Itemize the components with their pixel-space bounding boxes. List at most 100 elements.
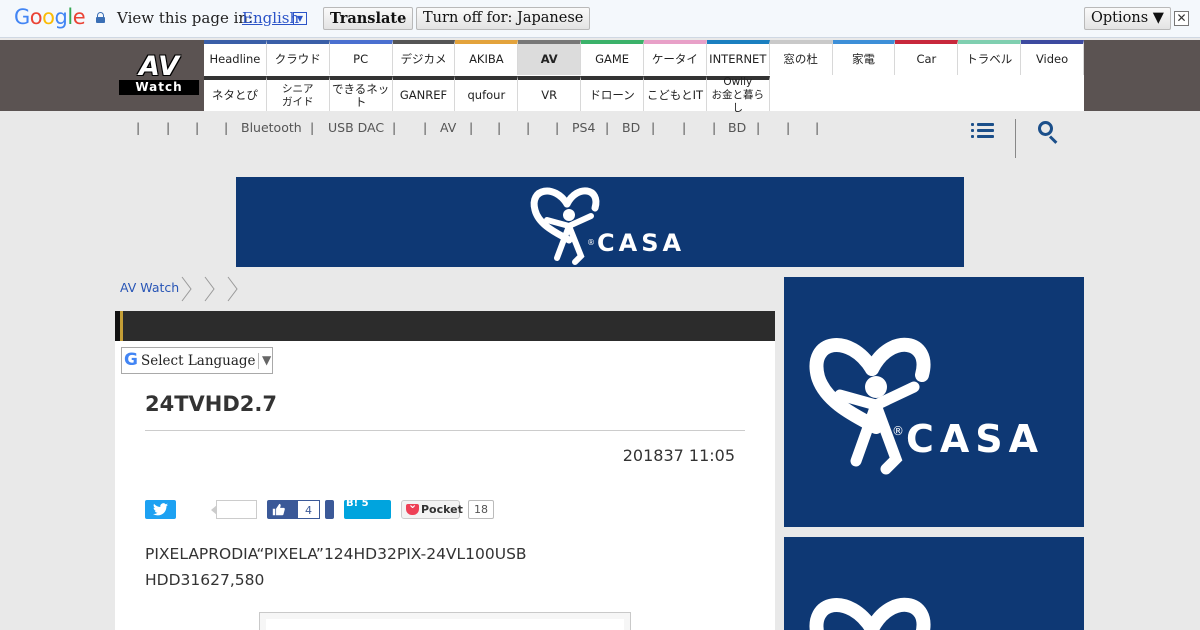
google-logo: Google	[14, 5, 86, 29]
nav-item-row2[interactable]: qufour	[455, 76, 519, 111]
language-dropdown-icon[interactable]: ▼	[293, 12, 307, 25]
nav-item-row2[interactable]: ドローン	[581, 76, 644, 111]
breadcrumb-chevron-icon	[181, 276, 192, 302]
language-select[interactable]: G Select Language ▼	[121, 347, 273, 374]
language-select-label: Select Language	[141, 353, 256, 369]
nav-item-label: Owlly お金と暮らし	[711, 76, 765, 114]
keyword-link[interactable]: PS4	[572, 120, 595, 135]
article-image[interactable]	[259, 612, 631, 630]
nav-item-row1[interactable]: Headline	[204, 40, 267, 75]
casa-logo-icon	[809, 597, 931, 630]
pocket-icon	[406, 498, 419, 515]
nav-item-label: qufour	[467, 88, 506, 102]
sidebar-ad[interactable]: ® CASA	[784, 277, 1084, 527]
nav-item-label: ネタとぴ	[211, 88, 258, 102]
site-logo[interactable]: AV Watch	[119, 53, 199, 95]
article-lead: PIXELAPRODIA“PIXELA”124HD32PIX-24VL100US…	[145, 541, 527, 593]
keyword-separator: |	[526, 120, 531, 135]
breadcrumb-chevron-icon	[204, 276, 215, 302]
nav-item-row2[interactable]: GANREF	[392, 76, 456, 111]
breadcrumb-home[interactable]: AV Watch	[120, 280, 179, 295]
title-divider	[145, 430, 745, 431]
translate-language-link[interactable]: English	[242, 9, 299, 27]
menu-icon[interactable]	[971, 122, 994, 140]
keyword-link[interactable]: Bluetooth	[241, 120, 302, 135]
nav-item-row1[interactable]: トラベル	[958, 40, 1022, 75]
keyword-separator: |	[136, 120, 141, 135]
nav-item-row1[interactable]: 家電	[832, 40, 896, 75]
thumbs-up-icon	[272, 503, 285, 516]
keyword-row: | | | | | | | | | | | | | | | | | | Bluetooth USB DAC AV PS4 B…	[0, 111, 1200, 141]
twitter-icon	[153, 503, 168, 516]
nav-item-row1[interactable]: GAME	[581, 40, 644, 75]
banner-brand: CASA	[597, 229, 685, 257]
nav-item-label: ドローン	[589, 88, 635, 102]
keyword-link[interactable]: USB DAC	[328, 120, 384, 135]
lead-line: HDD31627,580	[145, 571, 265, 589]
keyword-separator: |	[195, 120, 200, 135]
nav-item-row2[interactable]: シニア ガイド	[266, 76, 330, 111]
sidebar-ad-2[interactable]	[784, 537, 1084, 630]
nav-item-row1[interactable]: PC	[329, 40, 393, 75]
keyword-separator: |	[310, 120, 315, 135]
keyword-separator: |	[423, 120, 428, 135]
keyword-separator: |	[815, 120, 820, 135]
breadcrumb-chevron-icon	[227, 276, 238, 302]
keyword-separator: |	[712, 120, 717, 135]
twitter-share-button[interactable]	[145, 500, 176, 519]
nav-item-row2[interactable]: Owlly お金と暮らし	[706, 76, 770, 114]
twitter-share-count	[211, 500, 257, 519]
facebook-share-button[interactable]	[325, 500, 334, 519]
keyword-separator: |	[555, 120, 560, 135]
options-button[interactable]: Options ▼	[1084, 7, 1171, 30]
logo-av: AV	[139, 51, 179, 82]
keyword-link[interactable]: BD	[728, 120, 746, 135]
svg-text:®: ®	[587, 238, 595, 247]
keyword-link[interactable]: AV	[440, 120, 456, 135]
nav-item-row1[interactable]: 窓の杜	[769, 40, 833, 75]
svg-text:®: ®	[892, 424, 904, 438]
turn-off-button[interactable]: Turn off for: Japanese	[416, 7, 591, 30]
nav-item-row1[interactable]: Video	[1021, 40, 1084, 75]
nav-item-row2[interactable]: VR	[518, 76, 582, 111]
hatena-label: B!	[346, 498, 359, 509]
casa-logo-icon: ® CASA	[530, 187, 685, 265]
nav-item-row1[interactable]: デジカメ	[392, 40, 456, 75]
search-icon[interactable]	[1038, 121, 1060, 144]
nav-item-row2[interactable]: できるネット	[329, 76, 393, 111]
logo-watch: Watch	[119, 80, 199, 95]
pocket-count: 18	[468, 500, 494, 519]
article: G Select Language ▼ 24TVHD2.7 201837 11:…	[115, 311, 775, 630]
keyword-separator: |	[469, 120, 474, 135]
keyword-link[interactable]: BD	[622, 120, 640, 135]
nav-item-row1[interactable]: AV	[518, 40, 582, 75]
nav-item-row1[interactable]: INTERNET	[706, 40, 770, 75]
casa-logo-icon: ® CASA	[809, 337, 1044, 475]
nav-item-label: できるネット	[331, 81, 390, 109]
keyword-separator: |	[786, 120, 791, 135]
category-nav: Headline クラウド PC デジカメ AKIBA AV GAME ケータイ INTERNE…	[204, 40, 1084, 114]
keyword-separator: |	[682, 120, 687, 135]
banner-ad[interactable]: ® CASA	[236, 177, 964, 267]
lock-icon	[96, 12, 105, 23]
facebook-like-count: 4	[297, 500, 320, 519]
site-header: AV Watch Headline クラウド PC デジカメ AKIBA AV GAME ケー…	[0, 40, 1200, 114]
close-icon[interactable]: ✕	[1174, 11, 1189, 26]
facebook-like-button[interactable]: 4	[267, 500, 320, 519]
nav-item-row1[interactable]: AKIBA	[455, 40, 519, 75]
translate-bar: Google View this page in: English ▼ Tran…	[0, 0, 1200, 38]
nav-item-row1[interactable]: Car	[895, 40, 959, 75]
nav-item-row2[interactable]: ネタとぴ	[204, 76, 267, 111]
article-date: 201837 11:05	[622, 446, 735, 465]
nav-item-row1[interactable]: クラウド	[266, 40, 330, 75]
keyword-separator: |	[497, 120, 502, 135]
nav-item-row1[interactable]: ケータイ	[643, 40, 707, 75]
article-category-bar	[115, 311, 775, 341]
nav-item-row2[interactable]: こどもとIT	[643, 76, 707, 111]
translate-button[interactable]: Translate	[323, 7, 414, 30]
hatena-count: 5	[361, 498, 369, 509]
hatena-bookmark-button[interactable]: B! 5	[344, 498, 391, 519]
sidebar-ad-brand: CASA	[906, 417, 1044, 461]
pocket-button[interactable]: Pocket	[401, 498, 463, 519]
keyword-separator: |	[166, 120, 171, 135]
